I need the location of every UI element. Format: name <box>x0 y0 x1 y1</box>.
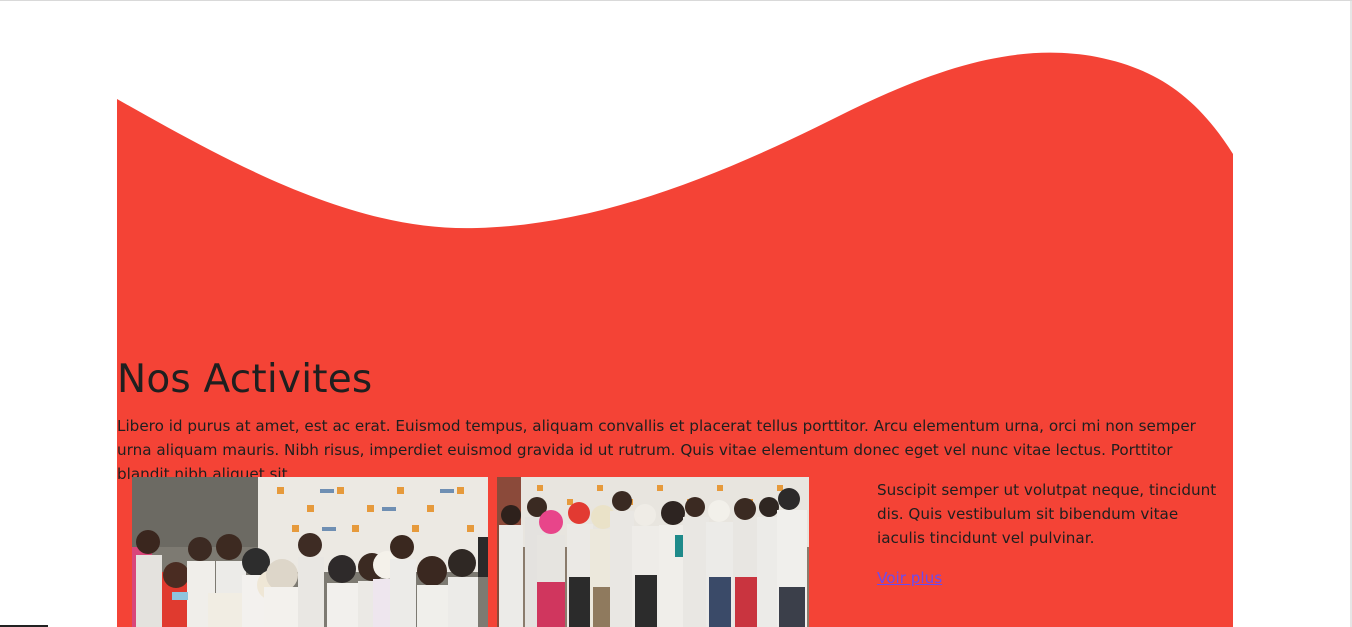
section-title: Nos Activites <box>117 357 373 402</box>
group-photo-1 <box>132 477 488 627</box>
section-intro-text: Libero id purus at amet, est ac erat. Eu… <box>117 417 1196 483</box>
activities-side-text: Suscipit semper ut volutpat neque, tinci… <box>877 481 1217 547</box>
voir-plus-link[interactable]: Voir plus <box>877 566 942 590</box>
page: Nos Activites Libero id purus at amet, e… <box>0 0 1352 627</box>
group-photo-2 <box>497 477 809 627</box>
